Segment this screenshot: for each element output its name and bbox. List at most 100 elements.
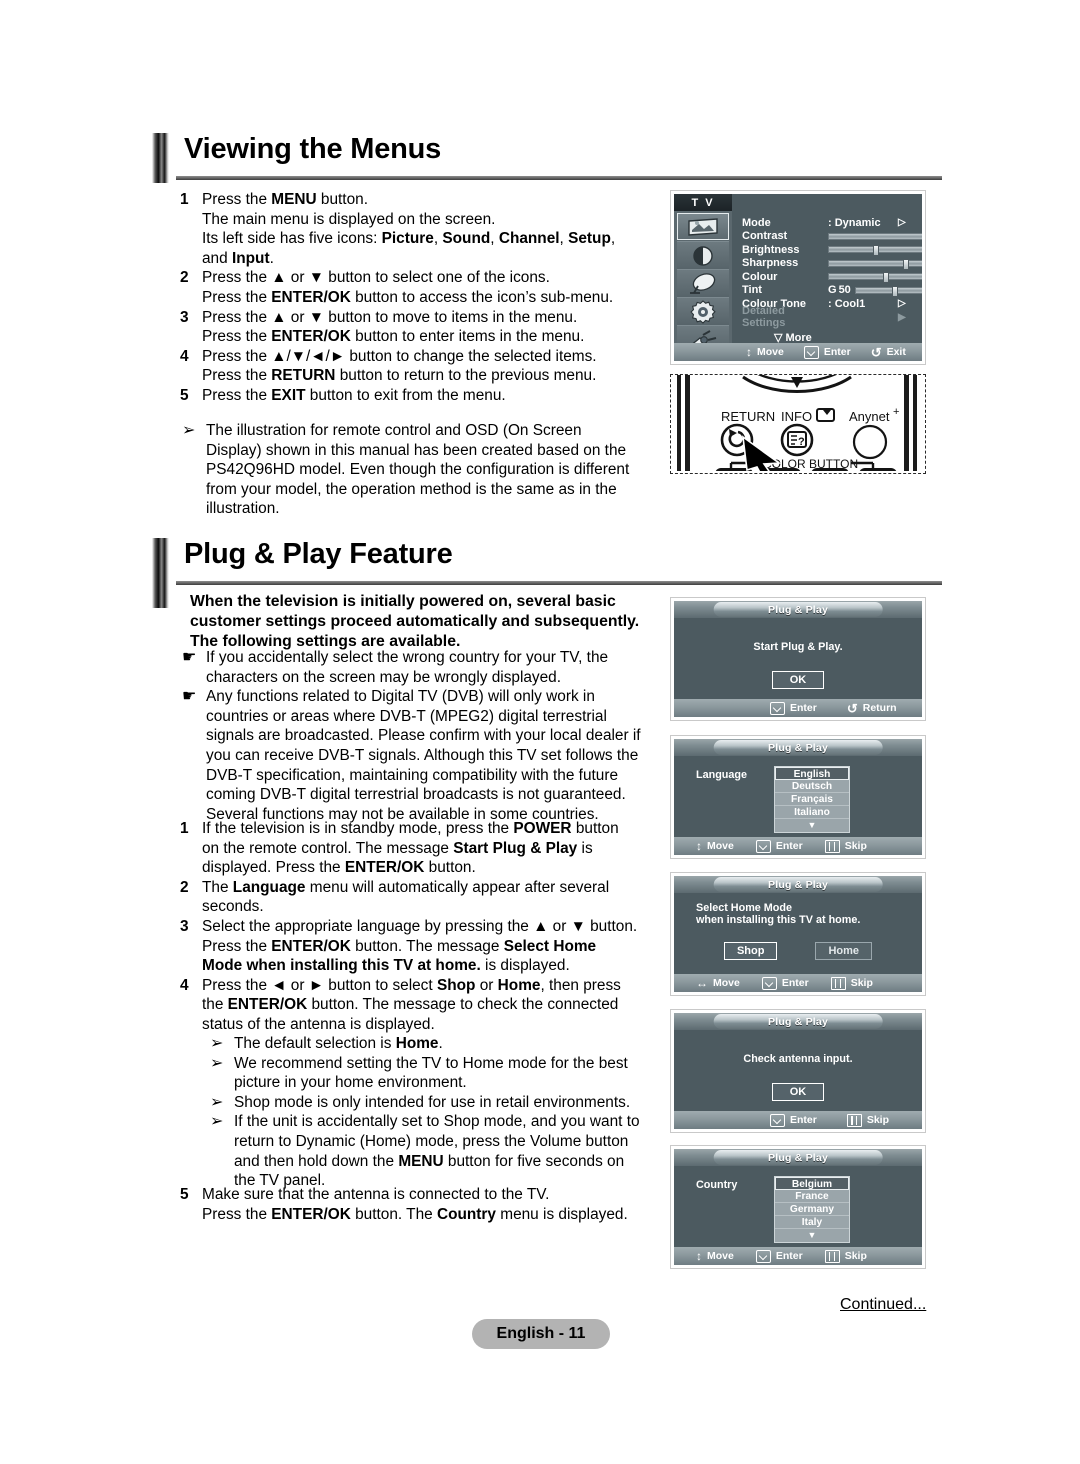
osd-inner: Plug & Play Start Plug & Play. OK Enter ↺ Ret… [674, 601, 922, 717]
osd-option-item[interactable]: Italiano [775, 806, 849, 819]
note-text: The illustration for remote control and … [206, 422, 630, 518]
numbered-step: 1 If the television is in standby mode, p… [176, 819, 668, 878]
setting-slider[interactable] [854, 285, 922, 297]
chevron-down-icon[interactable]: ▼ [775, 819, 849, 832]
osd-footer-item[interactable]: Enter [761, 976, 809, 990]
osd-footer-item[interactable]: Skip [846, 1113, 889, 1127]
plugplay-osd-antenna: Plug & Play Check antenna input. OK Enter Sk… [670, 1009, 926, 1133]
setting-slider[interactable] [828, 245, 922, 257]
plugplay-title: Plug & Play Feature [184, 538, 453, 570]
manual-page: Viewing the Menus 1 Press the MENU button… [0, 0, 1080, 1464]
osd-footer-item[interactable]: ↕ Move [696, 1250, 734, 1262]
osd-option-item[interactable]: Deutsch [775, 780, 849, 793]
arrow-bullet-icon: ➢ [210, 1035, 224, 1052]
chevron-down-icon[interactable]: ▼ [775, 1229, 849, 1242]
osd-footer-item[interactable]: ↺ Return [847, 702, 897, 715]
step-number: 4 [180, 347, 189, 365]
slider-knob[interactable] [891, 285, 898, 297]
osd-footer-item[interactable]: ↔ Move [696, 977, 740, 989]
note-text: We recommend setting the TV to Home mode… [234, 1054, 628, 1092]
chevron-right-icon[interactable]: ▶ [898, 312, 906, 323]
slider-knob[interactable] [873, 245, 880, 257]
setting-label: Contrast [742, 230, 788, 243]
setting-label: Brightness [742, 243, 800, 256]
osd-footer-item[interactable]: Enter [755, 839, 803, 853]
slider-knob[interactable] [902, 258, 909, 270]
plugplay-osd-start: Plug & Play Start Plug & Play. OK Enter ↺ Ret… [670, 597, 926, 721]
osd-option-item[interactable]: France [775, 1190, 849, 1203]
channel-menu-icon[interactable] [677, 269, 729, 297]
picture-setting-row[interactable]: Detailed Settings ▶ [742, 305, 918, 329]
osd-option-list[interactable]: English Deutsch Français Italiano ▼ [774, 766, 850, 833]
osd-option-list[interactable]: Belgium France Germany Italy ▼ [774, 1176, 850, 1243]
note-item: ➢ If the unit is accidentally set to Shop… [204, 1112, 670, 1190]
picture-setting-row[interactable]: Brightness45 [742, 243, 922, 257]
osd-footer-item[interactable]: Enter [770, 701, 817, 715]
osd-footer-item[interactable]: ↕ Move [696, 840, 734, 852]
note-text: If you accidentally select the wrong cou… [206, 649, 609, 686]
osd-title-pill: Plug & Play [713, 740, 883, 755]
note-item: ➢ Shop mode is only intended for use in r… [204, 1093, 670, 1113]
osd-footer-label: Skip [850, 977, 873, 989]
picture-setting-row[interactable]: Tint G50R50 [742, 284, 922, 298]
osd-footer-item[interactable]: ↺ Exit [871, 346, 906, 359]
picture-setting-row[interactable]: Mode: Dynamic ▷ [742, 216, 918, 230]
osd-button-ok[interactable]: OK [772, 671, 824, 689]
setting-slider[interactable] [828, 232, 922, 240]
slider-wrap[interactable] [828, 258, 922, 270]
osd-button-row: Shop Home [674, 942, 922, 960]
plugplay-hand-notes: ☛ If you accidentally select the wrong co… [176, 648, 668, 824]
chevron-right-icon[interactable]: ▷ [898, 298, 906, 309]
slider-knob[interactable] [882, 272, 889, 284]
skip-icon [824, 1249, 840, 1263]
slider-wrap[interactable]: G50R [828, 284, 922, 297]
osd-footer-label: Enter [790, 702, 817, 714]
step-text: Press the ▲ or ▼ button to move to items… [202, 308, 585, 346]
step-text: Press the ◄ or ► button to select Shop o… [202, 976, 621, 1033]
osd-footer-label: Skip [844, 840, 867, 852]
slider-wrap[interactable] [828, 245, 922, 257]
osd-footer-item[interactable]: Skip [830, 976, 873, 990]
osd-button-ok[interactable]: OK [772, 1083, 824, 1101]
setting-slider[interactable] [828, 272, 922, 284]
step-text: The Language menu will automatically app… [202, 878, 610, 916]
picture-setting-row[interactable]: Sharpness75 [742, 257, 922, 271]
sound-menu-icon[interactable] [677, 241, 729, 269]
osd-button-home[interactable]: Home [815, 942, 873, 960]
osd-footer-item[interactable]: Enter [803, 345, 851, 359]
picture-setting-row[interactable]: Colour55 [742, 270, 922, 284]
step-number: 1 [180, 191, 189, 208]
osd-button-shop[interactable]: Shop [723, 942, 778, 960]
setup-menu-icon[interactable] [677, 297, 729, 325]
setting-slider[interactable] [828, 258, 922, 270]
osd-option-item[interactable]: Belgium [775, 1177, 849, 1190]
osd-option-item[interactable]: English [775, 767, 849, 780]
osd-title-label: Plug & Play [768, 1151, 828, 1164]
note-text: Shop mode is only intended for use in re… [234, 1093, 631, 1111]
numbered-step: 5 Press the EXIT button to exit from the … [176, 386, 666, 406]
osd-titlebar: Plug & Play [674, 1149, 922, 1166]
numbered-step: 4 Press the ◄ or ► button to select Shop … [176, 976, 668, 1035]
osd-option-item[interactable]: Germany [775, 1203, 849, 1216]
osd-title-label: Plug & Play [768, 741, 828, 754]
osd-footer-item[interactable]: Enter [755, 1249, 803, 1263]
slider-wrap[interactable] [828, 232, 922, 240]
step-text: Select the appropriate language by press… [202, 917, 638, 975]
note-item: ☛ Any functions related to Digital TV (DV… [176, 687, 668, 824]
picture-menu-icon[interactable] [677, 213, 729, 240]
osd-titlebar: Plug & Play [674, 876, 922, 893]
osd-footer-item[interactable]: Skip [824, 839, 867, 853]
osd-footer-item[interactable]: Enter [770, 1113, 817, 1127]
chevron-right-icon[interactable]: ▷ [898, 217, 906, 228]
osd-footer-item[interactable]: Skip [824, 1249, 867, 1263]
picture-setting-row[interactable]: Contrast100 [742, 230, 922, 244]
heading-accent-bar-2 [152, 538, 169, 608]
osd-footer-item[interactable]: ↕ Move [746, 346, 784, 358]
note-item: ➢ The illustration for remote control and… [176, 421, 666, 519]
step-text: If the television is in standby mode, pr… [202, 820, 619, 877]
tint-green-letter: G [828, 284, 837, 297]
osd-option-item[interactable]: Italy [775, 1216, 849, 1229]
slider-wrap[interactable] [828, 272, 922, 284]
osd-option-item[interactable]: Français [775, 793, 849, 806]
enter-icon [755, 839, 771, 853]
